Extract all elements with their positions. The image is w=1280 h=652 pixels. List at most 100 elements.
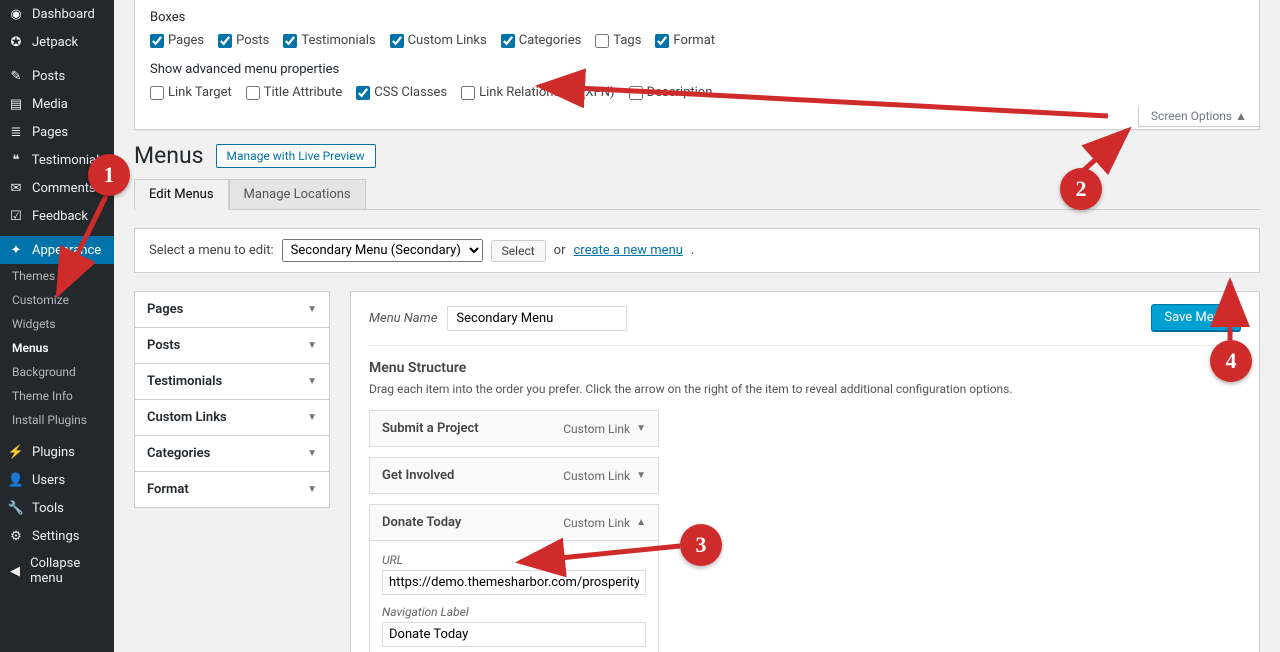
checkbox-categories[interactable]: Categories (501, 33, 582, 48)
caret-down-icon: ▼ (307, 484, 317, 495)
tab-edit-menus[interactable]: Edit Menus (134, 179, 229, 210)
accordion-format[interactable]: Format▼ (134, 471, 330, 508)
or-text: or (554, 243, 566, 258)
pin-icon: ✎ (8, 68, 24, 84)
annotation-2: 2 (1060, 168, 1102, 210)
collapse-icon: ◀ (8, 563, 22, 579)
menu-select[interactable]: Secondary Menu (Secondary) (282, 239, 483, 262)
comments-icon: ✉ (8, 180, 24, 196)
jetpack-icon: ✪ (8, 34, 24, 50)
sidebar-item-dashboard[interactable]: ◉ Dashboard (0, 0, 114, 28)
caret-down-icon[interactable]: ▼ (636, 423, 646, 434)
screen-options-tab[interactable]: Screen Options ▲ (1138, 106, 1260, 127)
annotation-1: 1 (88, 154, 130, 196)
caret-down-icon: ▼ (307, 340, 317, 351)
caret-up-icon[interactable]: ▲ (636, 517, 646, 528)
menu-item-settings: URL Navigation Label CSS Classes (option… (369, 541, 659, 652)
accordion-testimonials[interactable]: Testimonials▼ (134, 363, 330, 400)
menu-item-get-involved[interactable]: Get InvolvedCustom Link ▼ (369, 457, 659, 494)
sidebar-subitem-install-plugins[interactable]: Install Plugins (0, 408, 114, 432)
select-prompt: Select a menu to edit: (149, 243, 274, 258)
checkbox-testimonials[interactable]: Testimonials (283, 33, 375, 48)
sidebar-subitem-widgets[interactable]: Widgets (0, 312, 114, 336)
sidebar-item-users[interactable]: 👤 Users (0, 466, 114, 494)
save-menu-button[interactable]: Save Menu (1151, 304, 1241, 331)
checkbox-title-attribute[interactable]: Title Attribute (246, 85, 343, 100)
caret-down-icon: ▼ (307, 376, 317, 387)
menu-item-donate-today[interactable]: Donate TodayCustom Link ▲ (369, 504, 659, 541)
admin-sidebar: ◉Dashboard✪Jetpack✎Posts▤Media≣Pages❝Tes… (0, 0, 114, 652)
annotation-4: 4 (1210, 340, 1252, 382)
sidebar-item-appearance[interactable]: ✦ Appearance (0, 236, 114, 264)
sidebar-item-jetpack[interactable]: ✪ Jetpack (0, 28, 114, 56)
annotation-3: 3 (680, 524, 722, 566)
caret-up-icon: ▲ (1235, 109, 1247, 123)
sidebar-item-label: Comments (32, 181, 96, 196)
accordion-custom-links[interactable]: Custom Links▼ (134, 399, 330, 436)
nav-label-input[interactable] (382, 622, 646, 647)
sidebar-item-feedback[interactable]: ☑ Feedback (0, 202, 114, 230)
sidebar-item-settings[interactable]: ⚙Settings (0, 522, 114, 550)
select-button[interactable]: Select (491, 240, 546, 262)
settings-icon: ⚙ (8, 528, 24, 544)
sidebar-item-label: Users (32, 473, 65, 488)
sidebar-item-label: Dashboard (32, 7, 95, 22)
tools-icon: 🔧 (8, 500, 24, 516)
sidebar-subitem-customize[interactable]: Customize (0, 288, 114, 312)
sidebar-item-label: Appearance (32, 243, 101, 258)
caret-down-icon[interactable]: ▼ (636, 470, 646, 481)
boxes-group-label: Boxes (150, 10, 1244, 25)
checkbox-format[interactable]: Format (655, 33, 715, 48)
caret-down-icon: ▼ (307, 304, 317, 315)
sidebar-item-label: Posts (32, 69, 65, 84)
pages-icon: ≣ (8, 124, 24, 140)
menu-name-input[interactable] (447, 306, 627, 331)
checkbox-tags[interactable]: Tags (595, 33, 641, 48)
users-icon: 👤 (8, 472, 24, 488)
checkbox-link-target[interactable]: Link Target (150, 85, 232, 100)
menu-structure-heading: Menu Structure (369, 360, 1241, 376)
sidebar-item-media[interactable]: ▤ Media (0, 90, 114, 118)
accordion-pages[interactable]: Pages▼ (134, 291, 330, 328)
create-menu-link[interactable]: create a new menu (573, 243, 682, 258)
feedback-icon: ☑ (8, 208, 24, 224)
appearance-icon: ✦ (8, 242, 24, 258)
checkbox-link-relationship-(xfn)[interactable]: Link Relationship (XFN) (461, 85, 614, 100)
sidebar-item-plugins[interactable]: ⚡ Plugins (0, 438, 114, 466)
menu-name-label: Menu Name (369, 311, 437, 326)
live-preview-button[interactable]: Manage with Live Preview (216, 144, 376, 168)
sidebar-item-label: Plugins (32, 445, 75, 460)
menu-select-row: Select a menu to edit: Secondary Menu (S… (134, 228, 1260, 273)
menu-structure-hint: Drag each item into the order you prefer… (369, 382, 1241, 396)
sidebar-item-collapse-menu[interactable]: ◀Collapse menu (0, 550, 114, 592)
checkbox-custom-links[interactable]: Custom Links (390, 33, 487, 48)
accordion-categories[interactable]: Categories▼ (134, 435, 330, 472)
checkbox-posts[interactable]: Posts (218, 33, 269, 48)
testimonials-icon: ❝ (8, 152, 24, 168)
sidebar-item-label: Feedback (32, 209, 88, 224)
menu-editor: Menu Name Save Menu Menu Structure Drag … (350, 291, 1260, 652)
sidebar-subitem-themes[interactable]: Themes (0, 264, 114, 288)
sidebar-subitem-menus[interactable]: Menus (0, 336, 114, 360)
accordion-posts[interactable]: Posts▼ (134, 327, 330, 364)
sidebar-item-label: Media (32, 97, 68, 112)
screen-options-panel: Boxes Pages Posts Testimonials Custom Links… (134, 0, 1260, 130)
sidebar-subitem-background[interactable]: Background (0, 360, 114, 384)
url-input[interactable] (382, 570, 646, 595)
media-icon: ▤ (8, 96, 24, 112)
plugins-icon: ⚡ (8, 444, 24, 460)
caret-down-icon: ▼ (307, 412, 317, 423)
tab-manage-locations[interactable]: Manage Locations (229, 179, 366, 210)
nav-label-label: Navigation Label (382, 605, 646, 619)
checkbox-pages[interactable]: Pages (150, 33, 204, 48)
menu-item-submit-a-project[interactable]: Submit a ProjectCustom Link ▼ (369, 410, 659, 447)
sidebar-subitem-theme-info[interactable]: Theme Info (0, 384, 114, 408)
sidebar-item-tools[interactable]: 🔧Tools (0, 494, 114, 522)
sidebar-item-pages[interactable]: ≣ Pages (0, 118, 114, 146)
checkbox-description[interactable]: Description (629, 85, 713, 100)
sidebar-item-label: Pages (32, 125, 68, 140)
checkbox-css-classes[interactable]: CSS Classes (356, 85, 447, 100)
dashboard-icon: ◉ (8, 6, 24, 22)
sidebar-item-label: Jetpack (32, 35, 78, 50)
sidebar-item-posts[interactable]: ✎ Posts (0, 62, 114, 90)
